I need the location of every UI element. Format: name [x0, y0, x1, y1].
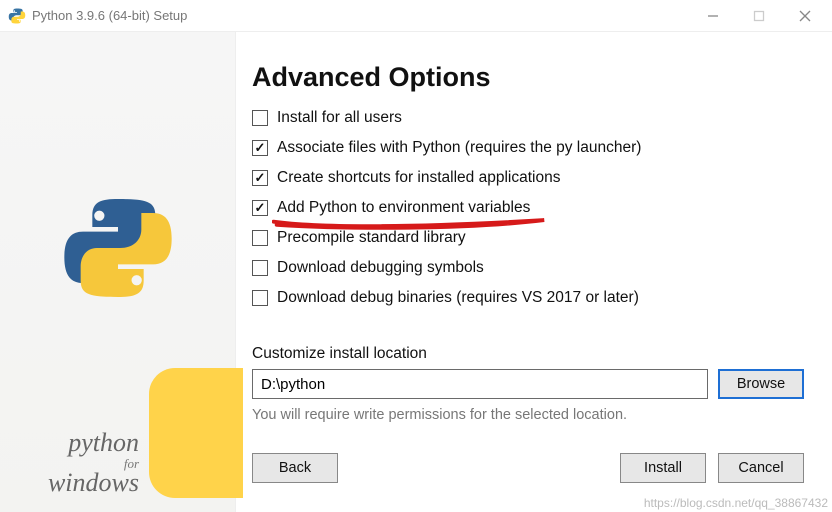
window-controls — [690, 1, 828, 31]
sidebar-brand-windows: windows — [0, 468, 139, 498]
decorative-shape — [149, 368, 243, 498]
install-location-hint: You will require write permissions for t… — [252, 407, 804, 423]
option-label: Precompile standard library — [277, 229, 466, 247]
content: python for windows Advanced Options Inst… — [0, 32, 832, 512]
sidebar-brand-python: python — [0, 428, 139, 458]
close-button[interactable] — [782, 1, 828, 31]
watermark-text: https://blog.csdn.net/qq_38867432 — [644, 496, 828, 510]
checkbox-icon[interactable] — [252, 290, 268, 306]
option-install-all-users[interactable]: Install for all users — [252, 109, 804, 127]
sidebar: python for windows — [0, 32, 236, 512]
python-icon — [8, 7, 26, 25]
checkbox-icon[interactable] — [252, 230, 268, 246]
footer-buttons: Back Install Cancel — [252, 453, 804, 483]
checkbox-icon[interactable] — [252, 200, 268, 216]
option-label: Download debug binaries (requires VS 201… — [277, 289, 639, 307]
option-create-shortcuts[interactable]: Create shortcuts for installed applicati… — [252, 169, 804, 187]
option-label: Add Python to environment variables — [277, 199, 530, 217]
option-label: Associate files with Python (requires th… — [277, 139, 641, 157]
option-label: Create shortcuts for installed applicati… — [277, 169, 560, 187]
option-associate-files[interactable]: Associate files with Python (requires th… — [252, 139, 804, 157]
option-label: Download debugging symbols — [277, 259, 484, 277]
options-list: Install for all users Associate files wi… — [252, 109, 804, 307]
checkbox-icon[interactable] — [252, 140, 268, 156]
checkbox-icon[interactable] — [252, 110, 268, 126]
browse-button[interactable]: Browse — [718, 369, 804, 399]
back-button[interactable]: Back — [252, 453, 338, 483]
option-download-debug-symbols[interactable]: Download debugging symbols — [252, 259, 804, 277]
page-title: Advanced Options — [252, 62, 804, 93]
minimize-button[interactable] — [690, 1, 736, 31]
option-download-debug-binaries[interactable]: Download debug binaries (requires VS 201… — [252, 289, 804, 307]
install-button[interactable]: Install — [620, 453, 706, 483]
main-panel: Advanced Options Install for all users A… — [236, 32, 832, 512]
spacer — [350, 453, 608, 483]
install-location-input[interactable] — [252, 369, 708, 399]
window-title: Python 3.9.6 (64-bit) Setup — [32, 8, 690, 23]
cancel-button[interactable]: Cancel — [718, 453, 804, 483]
maximize-button[interactable] — [736, 1, 782, 31]
option-add-to-path[interactable]: Add Python to environment variables — [252, 199, 804, 217]
install-location-row: Browse — [252, 369, 804, 399]
python-logo-icon — [62, 192, 174, 309]
install-location-label: Customize install location — [252, 345, 804, 363]
checkbox-icon[interactable] — [252, 170, 268, 186]
titlebar: Python 3.9.6 (64-bit) Setup — [0, 0, 832, 32]
option-label: Install for all users — [277, 109, 402, 127]
option-precompile-stdlib[interactable]: Precompile standard library — [252, 229, 804, 247]
checkbox-icon[interactable] — [252, 260, 268, 276]
